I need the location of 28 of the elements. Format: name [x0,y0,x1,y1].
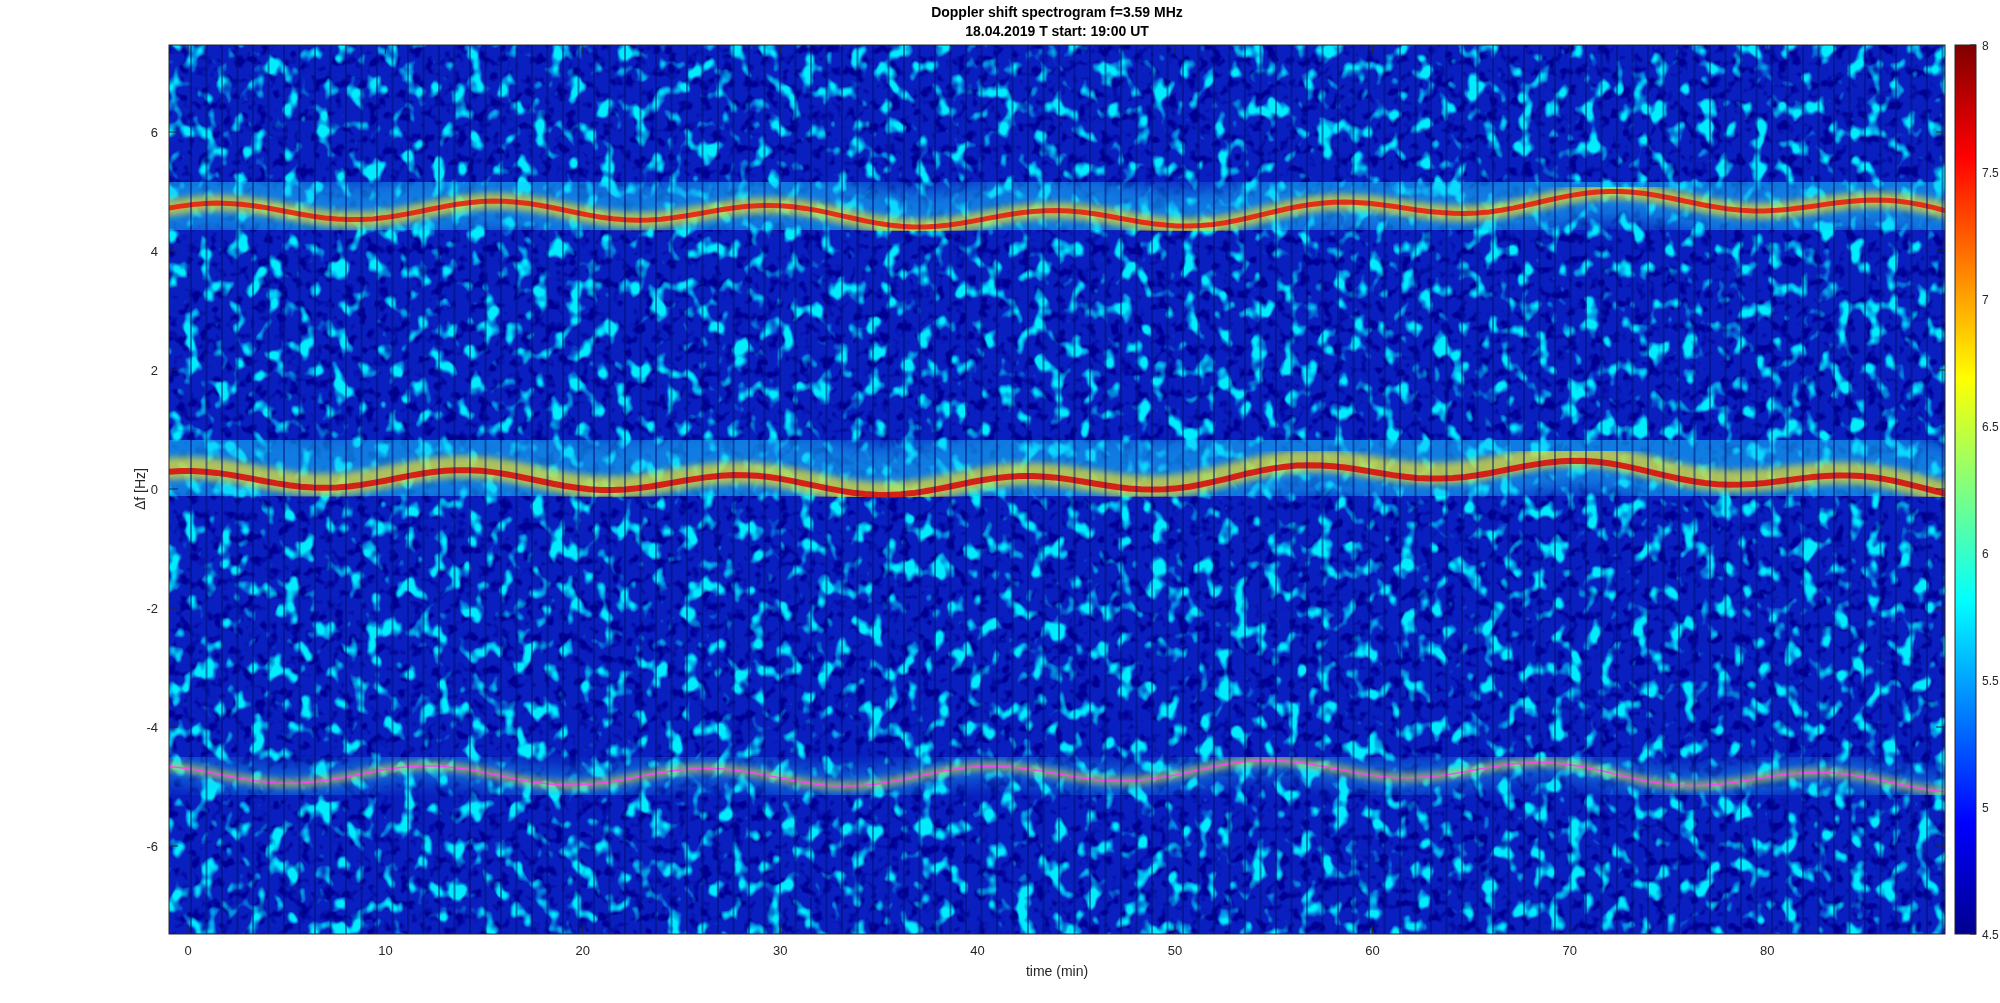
y-tick-label: 4 [150,244,158,259]
x-axis-label: time (min) [1025,963,1089,979]
colorbar-tick-label: 4.5 [1982,928,1999,942]
y-tick-label: -4 [146,720,158,735]
y-tick-label: 0 [150,482,158,497]
y-axis-label: Δf [Hz] [132,468,148,510]
x-tick-label: 50 [1167,943,1183,958]
colorbar-tick-label: 5 [1982,801,1989,815]
colorbar-tick-label: 5.5 [1982,674,1999,688]
y-tick-label: -6 [146,839,158,854]
colorbar-tick-label: 8 [1982,39,1989,53]
x-tick-label: 60 [1365,943,1380,958]
x-tick-label: 20 [575,943,591,958]
x-tick-label: 40 [970,943,985,958]
chart-title: Doppler shift spectrogram f=3.59 MHz [931,4,1183,20]
x-tick-label: 80 [1759,943,1775,958]
x-tick-label: 30 [772,943,788,958]
x-tick-label: 10 [378,943,393,958]
y-tick-label: 2 [150,363,158,378]
colorbar-tick-label: 6 [1982,547,1989,561]
y-tick-label: 6 [150,125,158,140]
x-tick-label: 0 [184,943,192,958]
chart-subtitle: 18.04.2019 T start: 19:00 UT [965,23,1149,39]
colorbar-tick-label: 7.5 [1982,166,1999,180]
y-tick-label: -2 [146,601,158,616]
colorbar-tick-label: 6.5 [1982,420,1999,434]
x-tick-label: 70 [1562,943,1578,958]
colorbar-tick-label: 7 [1982,293,1989,307]
